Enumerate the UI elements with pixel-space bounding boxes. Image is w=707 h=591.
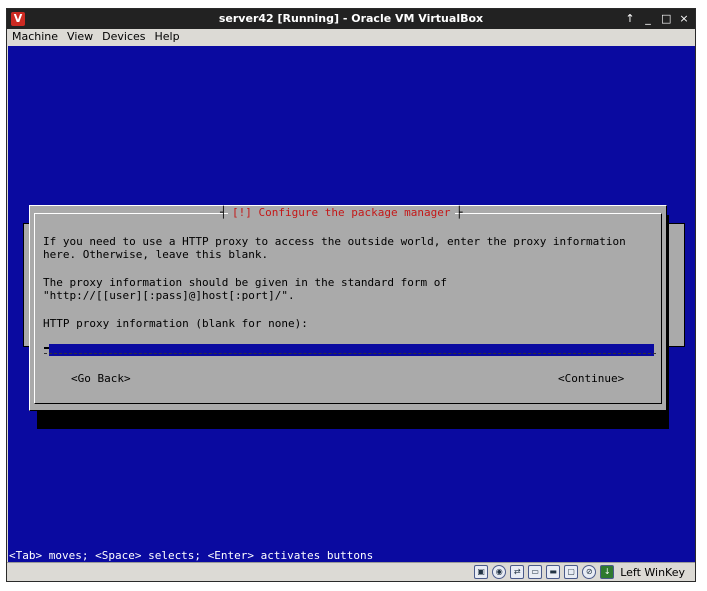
keep-above-icon[interactable]: ↑ — [625, 9, 635, 29]
menu-machine[interactable]: Machine — [12, 29, 58, 45]
title-bar[interactable]: V server42 [Running] - Oracle VM Virtual… — [7, 9, 695, 29]
maximize-icon[interactable]: □ — [661, 9, 671, 29]
close-icon[interactable]: × — [679, 9, 689, 29]
menu-bar: Machine View Devices Help — [7, 29, 695, 45]
dialog-text-line2: here. Otherwise, leave this blank. — [43, 248, 269, 261]
display-icon[interactable]: ▢ — [564, 565, 579, 579]
menu-view[interactable]: View — [67, 29, 93, 45]
proxy-field-label: HTTP proxy information (blank for none): — [43, 317, 308, 330]
mouse-icon[interactable]: ⊘ — [582, 565, 597, 579]
minimize-icon[interactable]: _ — [643, 9, 653, 29]
keyboard-help-line: <Tab> moves; <Space> selects; <Enter> ac… — [9, 549, 374, 562]
dialog-title: [!] Configure the package manager — [220, 206, 462, 220]
host-key-icon[interactable]: ↓ — [600, 565, 615, 579]
shared-folder-icon[interactable]: ▬ — [546, 565, 561, 579]
dialog-text-line4: "http://[[user][:pass]@]host[:port]/". — [43, 289, 295, 302]
status-tray: ▣ ◉ ⇄ ▭ ▬ ▢ ⊘ ↓ Left WinKey — [474, 565, 685, 579]
network-icon[interactable]: ⇄ — [510, 565, 525, 579]
window-controls: ↑ _ □ × — [625, 9, 689, 29]
field-underline — [44, 352, 656, 354]
hdd-icon[interactable]: ▣ — [474, 565, 489, 579]
dialog-text-line3: The proxy information should be given in… — [43, 276, 447, 289]
window-title: server42 [Running] - Oracle VM VirtualBo… — [218, 12, 484, 25]
usb-icon[interactable]: ▭ — [528, 565, 543, 579]
vm-screen[interactable]: [!] Configure the package manager If you… — [8, 46, 695, 563]
menu-devices[interactable]: Devices — [102, 29, 145, 45]
cd-icon[interactable]: ◉ — [492, 565, 507, 579]
proxy-input[interactable] — [49, 344, 654, 356]
menu-help[interactable]: Help — [155, 29, 180, 45]
host-key-label: Left WinKey — [620, 565, 685, 579]
status-bar: ▣ ◉ ⇄ ▭ ▬ ▢ ⊘ ↓ Left WinKey — [7, 562, 695, 581]
virtualbox-window: V server42 [Running] - Oracle VM Virtual… — [6, 8, 696, 582]
continue-button[interactable]: <Continue> — [558, 372, 624, 385]
dialog-text-line1: If you need to use a HTTP proxy to acces… — [43, 235, 626, 248]
text-cursor — [44, 346, 49, 349]
go-back-button[interactable]: <Go Back> — [71, 372, 131, 385]
configure-package-manager-dialog: [!] Configure the package manager If you… — [29, 205, 667, 411]
